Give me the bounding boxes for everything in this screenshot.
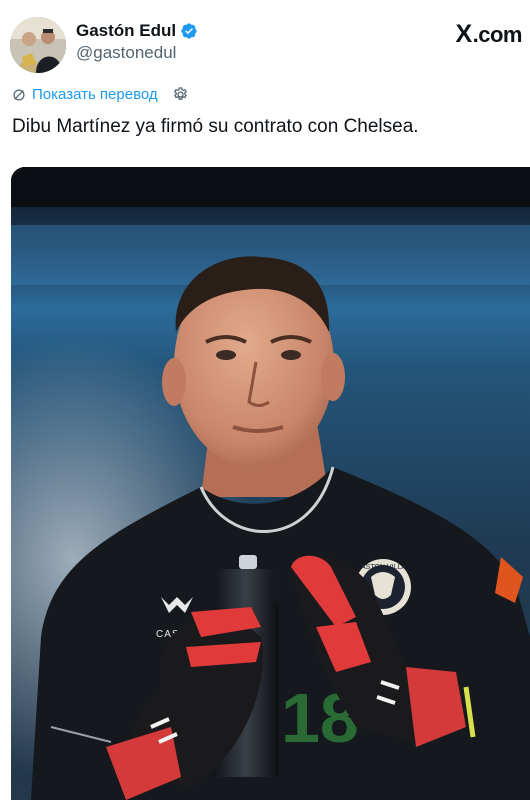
verified-badge-icon	[180, 22, 198, 40]
tweet-header: Gastón Edul @gastonedul X .com	[10, 14, 523, 73]
x-com-logo[interactable]: X .com	[455, 20, 522, 49]
tweet-text: Dibu Martínez ya firmó su contrato con C…	[12, 116, 419, 137]
author-handle[interactable]: @gastonedul	[76, 42, 198, 64]
author-name-text[interactable]: Gastón Edul	[76, 20, 176, 42]
tweet-media-photo[interactable]: CASTORE ASTON VILLA 18	[11, 167, 530, 800]
show-translation-link[interactable]: Показать перевод	[32, 86, 158, 103]
avatar[interactable]	[10, 17, 66, 73]
x-logo-icon: X	[455, 20, 472, 48]
goalkeeper-photo: CASTORE ASTON VILLA 18	[11, 167, 530, 800]
crest-text: ASTON VILLA	[361, 564, 406, 571]
translate-row: Показать перевод	[12, 86, 189, 103]
x-com-label: .com	[472, 21, 523, 47]
gear-icon[interactable]	[172, 86, 189, 103]
translate-icon	[12, 88, 26, 102]
author-names: Gastón Edul @gastonedul	[76, 20, 198, 64]
author-display-name[interactable]: Gastón Edul	[76, 20, 198, 42]
avatar-photo	[10, 17, 66, 73]
tweet-card: Gastón Edul @gastonedul X .com Показать …	[0, 0, 530, 800]
